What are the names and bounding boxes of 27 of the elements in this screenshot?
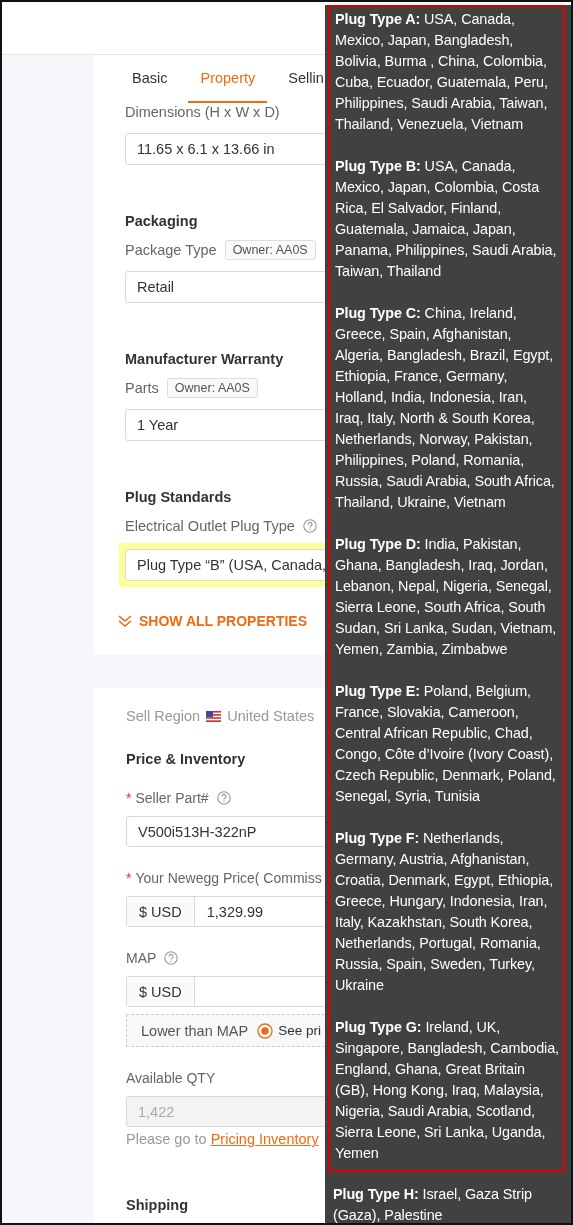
plug-type-entry: Plug Type F: Netherlands, Germany, Austria, Afghanistan, Croatia, Denmark, Egypt, Ethiopia, Greece, Hungary, Indonesia, Iran, Italy, Kazakhstan, South Korea, Netherlands, Portugal, Romania, Russia, Spain, Sweden, Turkey, Ukraine xyxy=(334,829,555,995)
field-label: Package Type xyxy=(125,242,217,258)
plug-type-entry: Plug Type E: Poland, Belgium, France, Slovakia, Cameroon, Central African Republic, Chad, Congo, Côte d’Ivoire (Ivory Coast), Czech Republic, Denmark, Poland, Senegal, Syria, Tunisia xyxy=(334,682,557,806)
section-heading: Shipping xyxy=(126,1197,188,1213)
section-heading: Manufacturer Warranty xyxy=(125,351,284,367)
field-label: Parts xyxy=(125,380,159,396)
owner-badge: Owner: AA0S xyxy=(166,378,258,398)
field-label: Seller Part# xyxy=(135,790,209,806)
field-label: Electrical Outlet Plug Type xyxy=(125,518,295,534)
section-heading: Price & Inventory xyxy=(126,751,246,767)
sell-region-label: Sell Region xyxy=(126,708,201,724)
field-label: Available QTY xyxy=(126,1070,216,1086)
plug-type-entry: Plug Type G: Ireland, UK, Singapore, Bangladesh, Cambodia, England, Ghana, Great Britain (GB), Hong Kong, Iraq, Malaysia, Nigeria, Saudi Arabia, Scotland, Sierra Leone, Sri Lanka, Uganda, Yemen xyxy=(334,1018,560,1163)
plug-type-entry: Plug Type H: Israel, Gaza Strip (Gaza), Palestine xyxy=(332,1185,533,1223)
sell-region-value: United States xyxy=(227,708,315,724)
field-label: MAP xyxy=(126,950,157,966)
plug-type-entry: Plug Type B: USA, Canada, Mexico, Japan, Colombia, Costa Rica, El Salvador, Finland, Guatemala, Jamaica, Japan, Panama, Philippines, Saudi Arabia, Taiwan, Thailand xyxy=(334,157,558,281)
field-label: Your Newegg Price( Commiss xyxy=(135,870,322,886)
field-label: Dimensions (H x W x D) xyxy=(125,104,280,120)
section-heading: Plug Standards xyxy=(125,489,232,505)
required-mark: * xyxy=(126,870,132,886)
option-label: Lower than MAP xyxy=(141,1022,249,1039)
plug-type-entry: Plug Type C: China, Ireland, Greece, Spain, Afghanistan, Algeria, Bangladesh, Brazil, Egypt, Ethiopia, France, Germany, Holland, India, Indonesia, Iran, Iraq, Italy, North & South Korea, Netherlands, Norway, Pakistan, Philippines, Poland, Romania, Russia, Saudi Arabia, South Africa, Thailand, Ukraine, Vietnam xyxy=(334,304,556,512)
required-mark: * xyxy=(126,790,132,806)
plug-type-entry: Plug Type A: USA, Canada, Mexico, Japan, Bangladesh, Bolivia, Burma , China, Colombia, Cuba, Ecuador, Guatemala, Peru, Philippines, Saudi Arabia, Taiwan, Thailand, Venezuela, Vietnam xyxy=(334,10,549,134)
section-heading: Packaging xyxy=(125,213,198,229)
owner-badge: Owner: AA0S xyxy=(224,240,316,260)
